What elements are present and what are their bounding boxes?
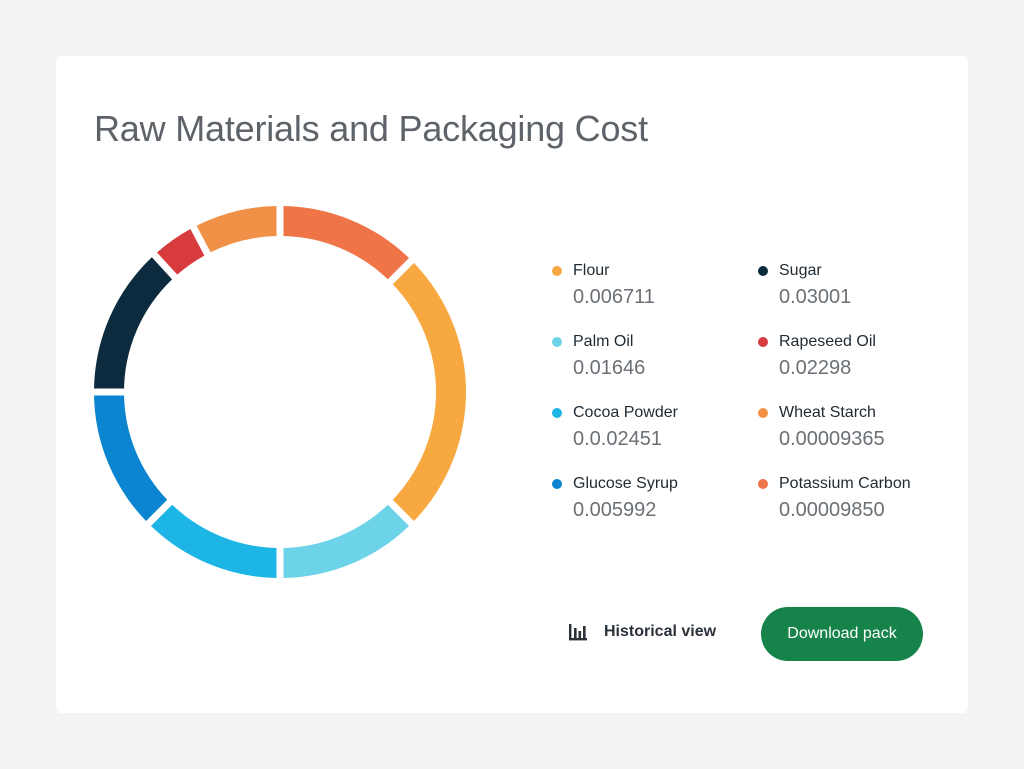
legend-item-potassium-carbon: Potassium Carbon 0.00009850 xyxy=(758,473,958,522)
legend-label: Palm Oil xyxy=(573,333,634,350)
donut-slice-rapeseed-oil[interactable] xyxy=(156,229,205,275)
donut-slice-flour[interactable] xyxy=(392,262,466,522)
legend-item-cocoa-powder: Cocoa Powder 0.0.02451 xyxy=(552,402,752,451)
legend-label: Wheat Starch xyxy=(779,404,876,421)
legend-item-palm-oil: Palm Oil 0.01646 xyxy=(552,331,752,380)
legend-swatch xyxy=(758,266,768,276)
legend-swatch xyxy=(758,337,768,347)
legend-label: Sugar xyxy=(779,262,822,279)
legend-value: 0.00009365 xyxy=(779,428,885,450)
legend-label: Flour xyxy=(573,262,610,279)
donut-slice-wheat-starch[interactable] xyxy=(196,206,277,253)
legend-label: Cocoa Powder xyxy=(573,404,678,421)
legend-swatch xyxy=(552,337,562,347)
download-pack-button[interactable]: Download pack xyxy=(761,607,923,661)
legend-item-wheat-starch: Wheat Starch 0.00009365 xyxy=(758,402,958,451)
donut-slice-potassium-carbon[interactable] xyxy=(283,206,410,280)
legend-label: Rapeseed Oil xyxy=(779,333,876,350)
cost-card: Raw Materials and Packaging Cost Flour 0.… xyxy=(56,56,968,713)
legend-swatch xyxy=(758,408,768,418)
donut-slice-sugar[interactable] xyxy=(94,257,173,389)
legend-swatch xyxy=(552,266,562,276)
legend-swatch xyxy=(552,408,562,418)
legend-swatch xyxy=(758,479,768,489)
donut-slice-glucose-syrup[interactable] xyxy=(94,395,168,522)
legend-label: Potassium Carbon xyxy=(779,475,911,492)
card-title: Raw Materials and Packaging Cost xyxy=(94,108,648,149)
legend-item-rapeseed-oil: Rapeseed Oil 0.02298 xyxy=(758,331,958,380)
legend-value: 0.01646 xyxy=(573,357,646,379)
legend-item-flour: Flour 0.006711 xyxy=(552,260,752,309)
legend-value: 0.0.02451 xyxy=(573,428,662,450)
legend-value: 0.02298 xyxy=(779,357,852,379)
legend-item-sugar: Sugar 0.03001 xyxy=(758,260,958,309)
donut-chart xyxy=(94,206,466,578)
legend-label: Glucose Syrup xyxy=(573,475,678,492)
bar-chart-icon xyxy=(569,624,587,641)
legend-value: 0.005992 xyxy=(573,499,657,521)
legend-value: 0.03001 xyxy=(779,286,852,308)
donut-slice-cocoa-powder[interactable] xyxy=(150,504,277,578)
legend-value: 0.006711 xyxy=(573,286,655,308)
donut-slice-palm-oil[interactable] xyxy=(283,504,410,578)
legend-item-glucose-syrup: Glucose Syrup 0.005992 xyxy=(552,473,752,522)
legend-swatch xyxy=(552,479,562,489)
legend-value: 0.00009850 xyxy=(779,499,885,521)
historical-view-link[interactable]: Historical view xyxy=(568,622,716,642)
historical-view-label: Historical view xyxy=(604,623,717,640)
